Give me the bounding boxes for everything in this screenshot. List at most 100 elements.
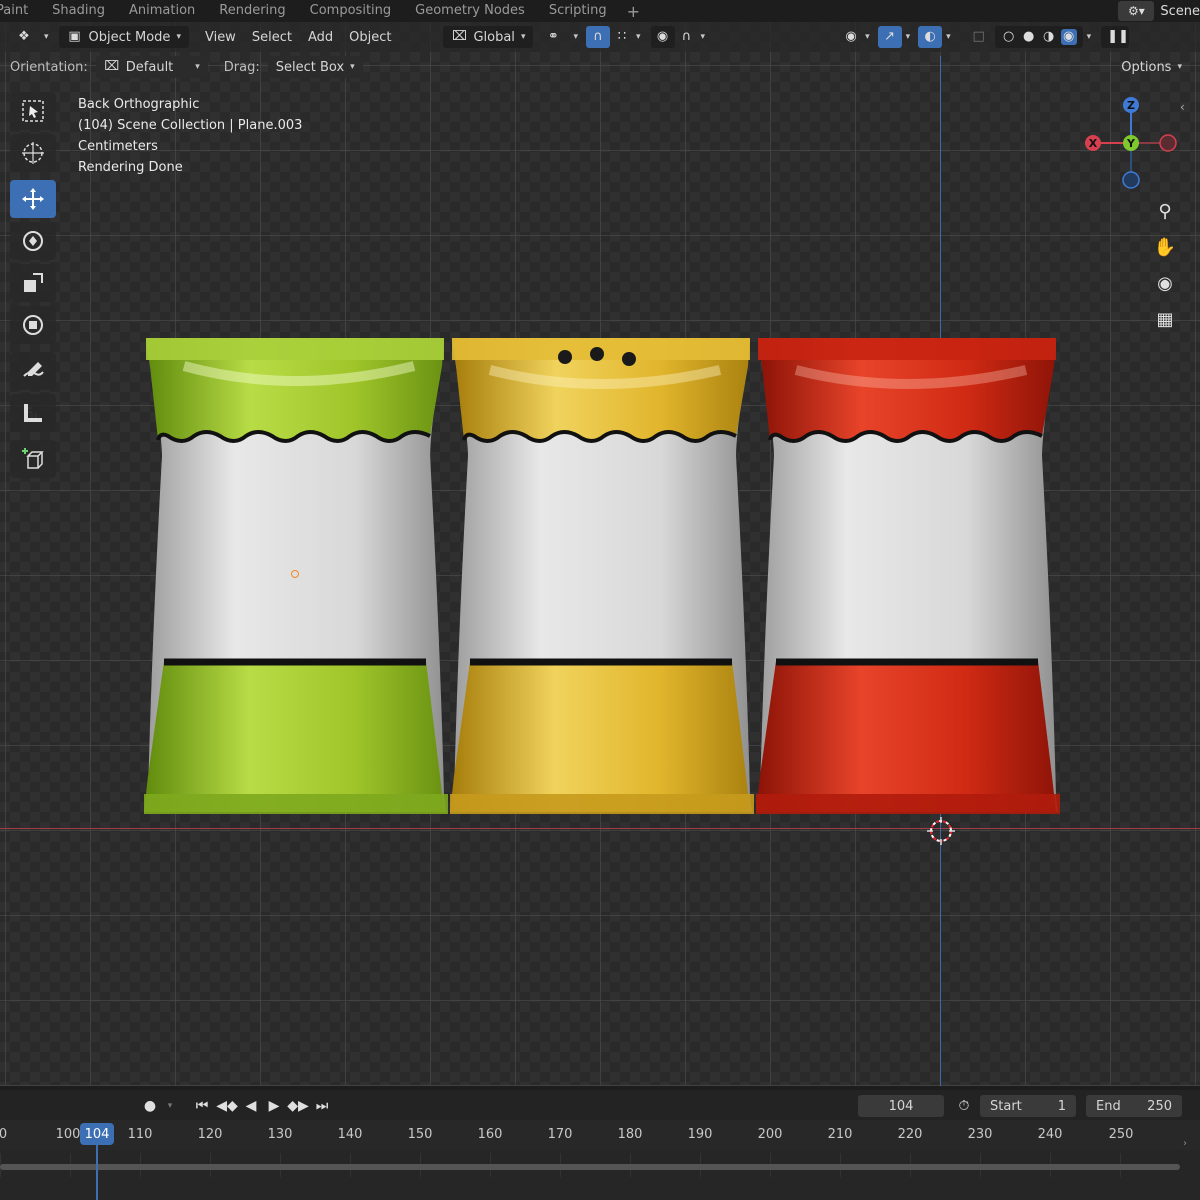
scene-selector[interactable]: ⚙▾ Scene (1118, 0, 1200, 22)
chevron-down-icon[interactable]: ▾ (162, 1095, 178, 1117)
snap-toggle[interactable]: ∩ (586, 26, 610, 48)
measure-tool[interactable] (10, 394, 56, 432)
next-keyframe-icon[interactable]: ◆▶ (287, 1095, 309, 1117)
ruler-tick: 120 (197, 1127, 223, 1142)
chevron-down-icon: ▾ (1177, 62, 1182, 72)
falloff-button[interactable]: ∩ ▾ (675, 26, 710, 48)
chevron-left-icon[interactable]: ‹ (1180, 100, 1185, 114)
chip-bag-yellow[interactable] (450, 336, 754, 814)
viewport-header: ❖ ▾ ▣ Object Mode ▾ View Select Add Object … (0, 22, 1200, 52)
pan-hand-icon[interactable]: ✋ (1150, 230, 1180, 264)
tool-settings-row: Orientation: ⌧ Default ▾ Drag: Select Box ▾ (0, 54, 1200, 80)
ruler-icon (24, 404, 42, 422)
jump-end-icon[interactable]: ⏭ (312, 1095, 332, 1117)
menu-select[interactable]: Select (244, 26, 300, 48)
rotate-tool[interactable] (10, 222, 56, 260)
current-frame-indicator[interactable]: 104 (80, 1123, 114, 1145)
unit-system: Centimeters (78, 139, 158, 154)
chevron-right-icon[interactable]: › (1183, 1138, 1187, 1149)
chevron-down-icon: ▾ (350, 62, 355, 72)
gizmo-dropdown[interactable]: ▾ (902, 26, 915, 48)
tab-compositing[interactable]: Compositing (298, 0, 404, 22)
pause-render-button[interactable]: ❚❚ (1101, 26, 1130, 48)
play-icon[interactable]: ▶ (264, 1095, 284, 1117)
orientation-dropdown[interactable]: ⌧ Default ▾ (95, 56, 208, 78)
tab-rendering[interactable]: Rendering (207, 0, 297, 22)
menu-object[interactable]: Object (341, 26, 399, 48)
tab-geometry-nodes[interactable]: Geometry Nodes (403, 0, 537, 22)
stopwatch-icon[interactable]: ⏱ (952, 1095, 976, 1117)
overlays-dropdown[interactable]: ▾ (942, 26, 955, 48)
pause-icon: ❚❚ (1107, 29, 1129, 44)
ruler-tick: 110 (127, 1127, 153, 1142)
jump-start-icon[interactable]: ⏮ (192, 1095, 212, 1117)
annotate-tool[interactable] (10, 352, 56, 390)
ruler-tick: 160 (477, 1127, 503, 1142)
tab-scripting[interactable]: Scripting (537, 0, 619, 22)
end-frame-field[interactable]: End 250 (1086, 1095, 1182, 1117)
tab-animation[interactable]: Animation (117, 0, 207, 22)
add-cube-tool[interactable] (10, 440, 56, 478)
cursor-icon (22, 142, 44, 164)
ruler-tick: 100 (55, 1127, 81, 1142)
shading-buttons: ○ ● ◑ ◉ (994, 26, 1083, 48)
snap-target-button[interactable]: ∷ ▾ (610, 26, 645, 48)
rendered-shading-icon[interactable]: ◉ (1060, 29, 1077, 45)
gizmo-neg-z-axis[interactable] (1122, 171, 1140, 189)
visibility-button[interactable]: ◉ ▾ (839, 26, 874, 48)
drag-dropdown[interactable]: Select Box ▾ (267, 56, 363, 78)
viewport-info-text: Back Orthographic (104) Scene Collection… (78, 94, 302, 178)
falloff-curve-icon: ∩ (681, 29, 692, 44)
overlays-icon: ◐ (924, 29, 936, 44)
pivot-point-button[interactable]: ⚭ ▾ (537, 26, 586, 48)
grid-view-icon[interactable]: ▦ (1150, 302, 1180, 336)
add-workspace-button[interactable]: + (619, 2, 648, 21)
chevron-down-icon: ▾ (176, 32, 181, 42)
gizmo-neg-x-axis[interactable] (1159, 134, 1177, 152)
rotate-icon (23, 231, 43, 251)
playhead-line[interactable] (96, 1144, 98, 1200)
tab-shading[interactable]: Shading (40, 0, 117, 22)
options-dropdown[interactable]: Options ▾ (1121, 56, 1182, 78)
ruler-tick: 180 (617, 1127, 643, 1142)
gizmo-toggle[interactable]: ↗ (877, 26, 902, 48)
xray-toggle[interactable]: □ (967, 26, 991, 48)
scale-icon (24, 273, 43, 292)
frame-ruler[interactable]: 0 100 110 120 130 140 150 160 170 180 19… (0, 1120, 1200, 1150)
editor-type-button[interactable]: ❖ ▾ (8, 26, 57, 48)
proportional-edit-toggle[interactable]: ◉ (650, 26, 675, 48)
3d-viewport[interactable]: ❖ ▾ ▣ Object Mode ▾ View Select Add Object … (0, 22, 1200, 1086)
prev-keyframe-icon[interactable]: ◀◆ (216, 1095, 238, 1117)
start-frame-field[interactable]: Start 1 (980, 1095, 1076, 1117)
overlays-toggle[interactable]: ◐ (918, 26, 943, 48)
record-button[interactable]: ● (138, 1095, 162, 1117)
ruler-tick: 130 (267, 1127, 293, 1142)
current-frame-field[interactable]: 104 (858, 1095, 944, 1117)
chevron-down-icon: ▾ (700, 32, 706, 42)
solid-shading-icon[interactable]: ● (1021, 29, 1037, 45)
chip-bag-red[interactable] (756, 336, 1060, 814)
menu-add[interactable]: Add (300, 26, 341, 48)
scene-icon[interactable]: ⚙▾ (1118, 1, 1155, 21)
transform-label: Global (473, 29, 515, 45)
cursor-tool[interactable] (10, 134, 56, 172)
camera-icon[interactable]: ◉ (1150, 266, 1180, 300)
material-shading-icon[interactable]: ◑ (1041, 29, 1057, 45)
navigation-gizmo[interactable]: Z X Y (1080, 92, 1180, 192)
move-tool[interactable] (10, 180, 56, 218)
timeline-area[interactable]: 0 100 110 120 130 140 150 160 170 180 19… (0, 1120, 1200, 1200)
mode-dropdown[interactable]: ▣ Object Mode ▾ (58, 26, 189, 48)
transform-tool[interactable] (10, 306, 56, 344)
menu-view[interactable]: View (197, 26, 244, 48)
wireframe-shading-icon[interactable]: ○ (1001, 29, 1017, 45)
zoom-icon[interactable]: ⚲ (1150, 194, 1180, 228)
transform-orientation-dropdown[interactable]: ⌧ Global ▾ (443, 26, 534, 48)
chevron-down-icon: ▾ (195, 62, 200, 72)
chevron-down-icon: ▾ (636, 32, 641, 42)
play-reverse-icon[interactable]: ◀ (241, 1095, 261, 1117)
shading-dropdown[interactable]: ▾ (1083, 26, 1096, 48)
select-box-tool[interactable] (10, 92, 56, 130)
scale-tool[interactable] (10, 264, 56, 302)
tab-paint[interactable]: Paint (0, 0, 40, 22)
timeline-scrollbar[interactable] (0, 1164, 1180, 1170)
